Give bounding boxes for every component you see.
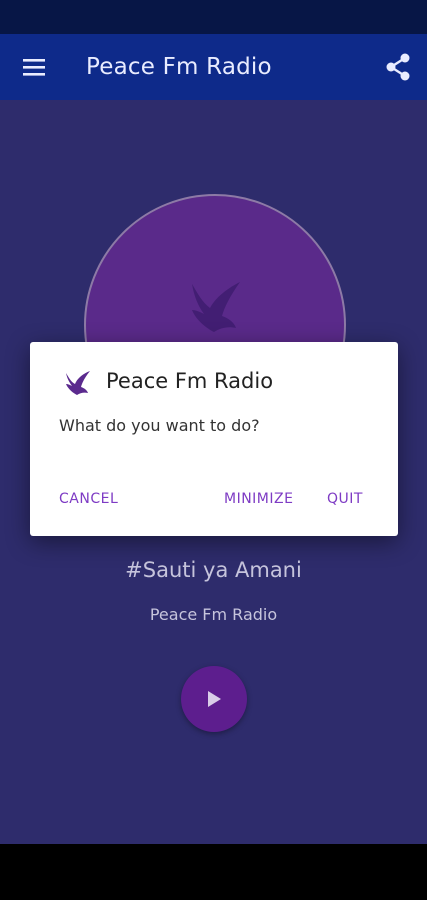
dove-icon [66, 371, 90, 395]
play-icon [208, 691, 221, 707]
play-button[interactable] [181, 666, 247, 732]
quit-button[interactable]: QUIT [327, 491, 363, 507]
dialog-title: Peace Fm Radio [106, 369, 274, 393]
status-bar [0, 0, 427, 34]
station-name: Peace Fm Radio [149, 605, 278, 624]
dove-logo-icon [192, 282, 240, 332]
app-title: Peace Fm Radio [86, 54, 272, 80]
share-button[interactable] [383, 51, 413, 83]
hamburger-menu-icon [23, 59, 45, 76]
cancel-button[interactable]: CANCEL [59, 491, 118, 507]
share-icon [386, 53, 410, 81]
minimize-button[interactable]: MINIMIZE [224, 491, 293, 507]
navigation-bar [0, 844, 427, 900]
menu-button[interactable] [17, 50, 51, 84]
station-tagline: #Sauti ya Amani [125, 558, 302, 582]
app-bar: Peace Fm Radio [0, 34, 427, 100]
dialog-message: What do you want to do? [59, 416, 260, 435]
exit-dialog: Peace Fm Radio What do you want to do? C… [30, 342, 398, 536]
